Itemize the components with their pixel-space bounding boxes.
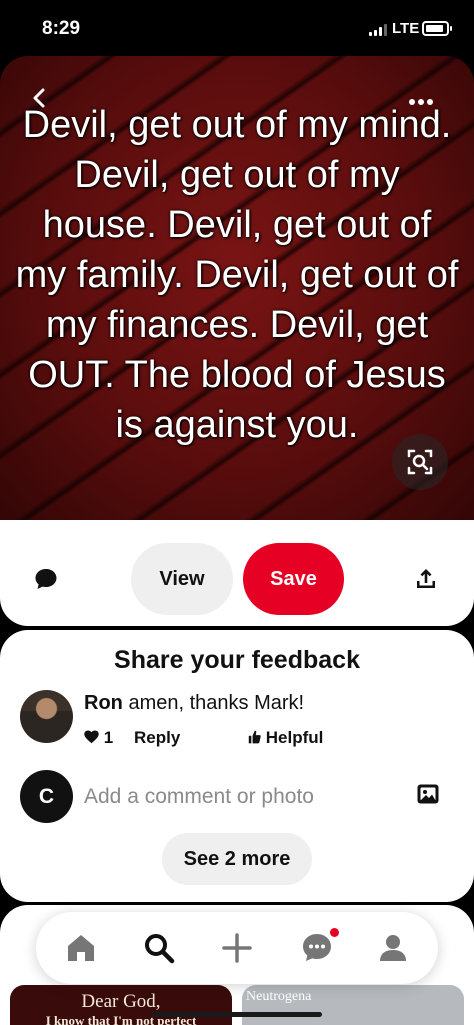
comments-panel: Share your feedback Ron amen, thanks Mar… [0,630,474,902]
add-photo-button[interactable] [416,782,440,811]
helpful-button[interactable]: Helpful [248,728,323,748]
share-icon [417,569,435,588]
tab-messages[interactable] [299,930,335,966]
status-bar: 8:29 LTE [0,0,474,56]
thumbs-up-icon [248,730,261,744]
like-button[interactable]: 1 [84,728,113,748]
related-pin-brand: Neutrogena [246,989,312,1004]
save-button[interactable]: Save [243,543,344,615]
comment-input[interactable] [84,780,394,814]
related-pin-title: Dear God, [81,991,161,1012]
tab-profile[interactable] [375,930,411,966]
visual-search-icon [407,449,433,475]
comment-body: amen, thanks Mark! [122,692,305,714]
plus-icon [222,933,252,963]
heart-icon [84,730,99,744]
battery-icon [422,21,452,36]
tab-home[interactable] [63,930,99,966]
more-options-button[interactable] [408,92,434,106]
comment-button[interactable] [34,567,58,596]
comment-text: Ron amen, thanks Mark! [84,692,304,715]
more-icon [409,99,433,105]
visual-search-button[interactable] [392,434,448,490]
reply-link[interactable]: Reply [134,728,180,748]
like-count: 1 [103,728,114,747]
back-button[interactable] [28,86,56,114]
tab-search[interactable] [141,930,177,966]
profile-icon [380,935,406,961]
related-pin-card[interactable]: Neutrogena [242,985,464,1025]
tab-create[interactable] [219,930,255,966]
comment-author[interactable]: Ron [84,692,123,714]
share-button[interactable] [414,567,438,596]
photo-icon [417,784,439,804]
home-icon [68,935,94,961]
messages-icon [303,934,331,961]
comment-icon [35,569,57,589]
status-time: 8:29 [42,18,81,39]
helpful-label: Helpful [265,728,324,747]
view-button[interactable]: View [131,543,233,615]
back-arrow-icon [33,88,45,108]
signal-icon [369,24,389,36]
user-avatar: C [20,770,73,823]
home-indicator [152,1012,322,1017]
feedback-title: Share your feedback [114,646,360,674]
network-label: LTE [392,20,420,37]
pin-image[interactable]: Devil, get out of my mind. Devil, get ou… [0,56,474,520]
pin-quote-text: Devil, get out of my mind. Devil, get ou… [15,104,459,446]
see-more-button[interactable]: See 2 more [162,833,312,885]
commenter-avatar[interactable] [20,690,73,743]
pin-action-bar: View Save [0,520,474,626]
bottom-tab-bar [36,912,438,984]
search-icon [145,934,175,964]
notification-dot [330,928,339,937]
related-pin-card[interactable]: Dear God, I know that I'm not perfect [10,985,232,1025]
